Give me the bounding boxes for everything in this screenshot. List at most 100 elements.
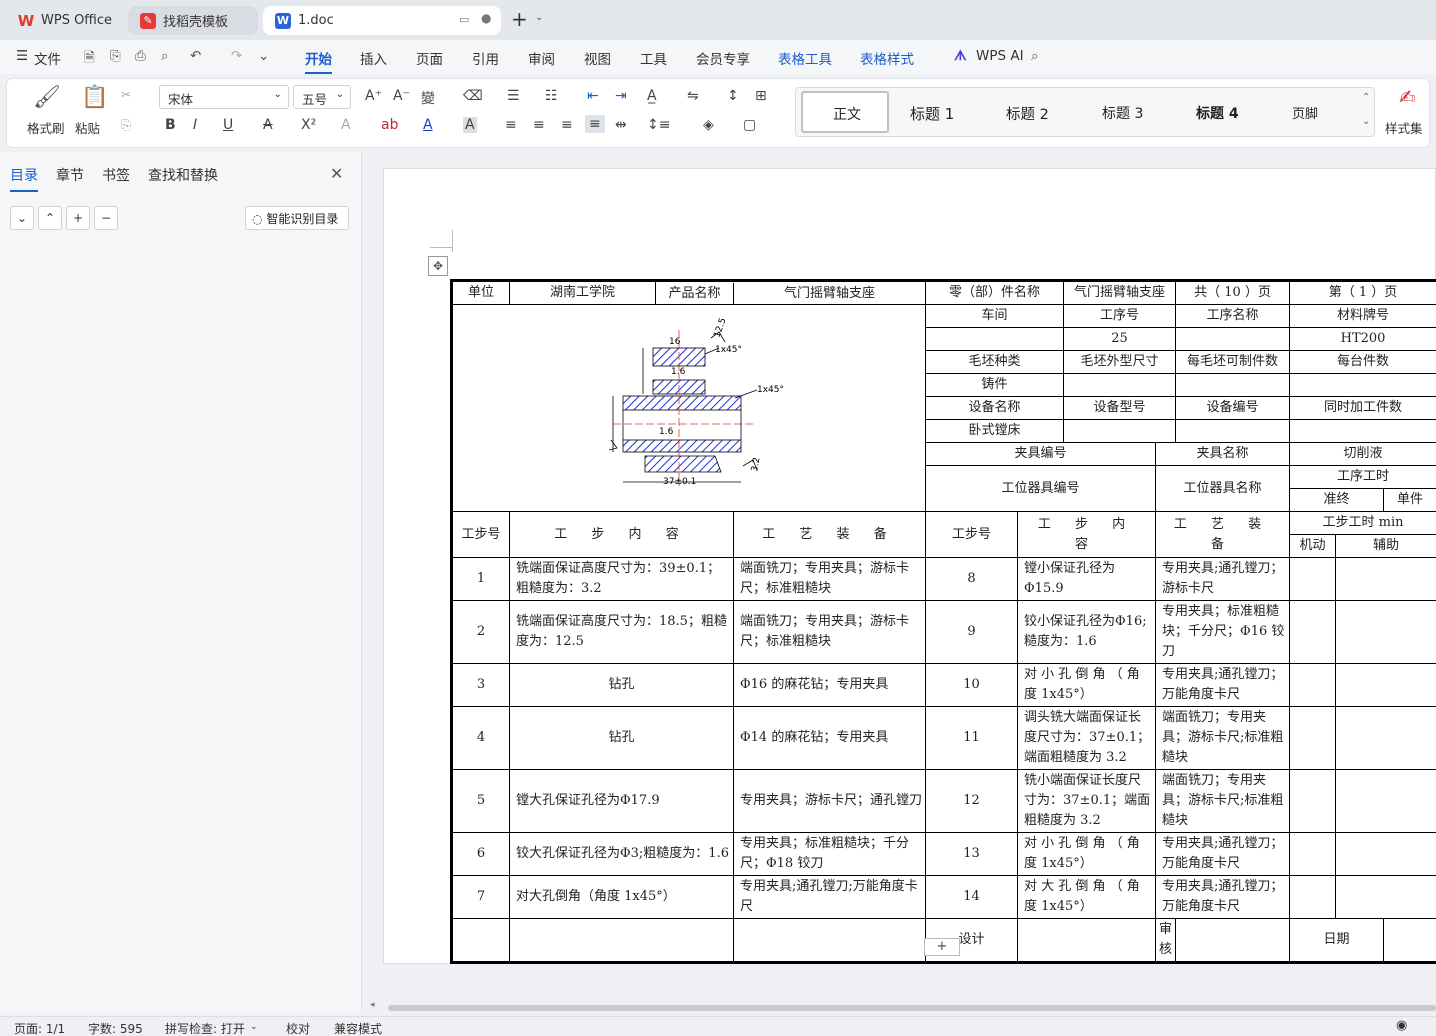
cell[interactable]: [1335, 557, 1436, 601]
cell[interactable]: 端面铣刀；专用夹具；游标卡尺;标准粗糙块: [1155, 706, 1291, 770]
bold-icon[interactable]: B: [165, 117, 176, 133]
cell[interactable]: 铰大孔保证孔径为Φ3;粗糙度为：1.6: [509, 832, 734, 876]
cell[interactable]: 每台件数: [1289, 350, 1436, 374]
align-right-icon[interactable]: ≡: [561, 117, 573, 133]
collapse-button[interactable]: ⌄: [10, 206, 34, 230]
font-family-select[interactable]: 宋体 ⌄: [159, 85, 289, 109]
tab-bookmark[interactable]: 书签: [102, 165, 130, 185]
chinese-layout-icon[interactable]: A̲: [647, 88, 657, 104]
align-left-icon[interactable]: ≡: [505, 117, 517, 133]
justify-icon[interactable]: ≡: [585, 115, 605, 133]
cell[interactable]: 零（部）件名称: [925, 280, 1065, 305]
cut-icon[interactable]: ✂: [121, 87, 131, 102]
cell[interactable]: 铣端面保证高度尺寸为：39±0.1；粗糙度为：3.2: [509, 557, 734, 601]
style-set-icon[interactable]: ✍: [1399, 85, 1416, 109]
cell[interactable]: 设备名称: [925, 396, 1065, 420]
proofread[interactable]: 校对: [286, 1020, 310, 1036]
cell[interactable]: 专用夹具;通孔镗刀；万能角度卡尺: [1155, 875, 1291, 919]
cell[interactable]: [1175, 918, 1291, 963]
cell[interactable]: [732, 918, 927, 963]
eye-icon[interactable]: ◉: [1396, 1018, 1407, 1033]
cell[interactable]: [1335, 600, 1436, 664]
cell[interactable]: 毛坯种类: [925, 350, 1065, 374]
cell[interactable]: 7: [451, 875, 510, 919]
style-footer[interactable]: 页脚: [1292, 103, 1318, 122]
cell[interactable]: 6: [451, 832, 510, 876]
cell[interactable]: [1175, 373, 1291, 397]
border-icon[interactable]: ▢: [743, 117, 756, 133]
cell[interactable]: [1335, 663, 1436, 707]
page-indicator[interactable]: 页面: 1/1: [14, 1020, 65, 1036]
cell[interactable]: [1383, 918, 1436, 963]
cell[interactable]: 10: [925, 663, 1019, 707]
cell[interactable]: 湖南工学院: [509, 280, 656, 305]
cell[interactable]: 夹具名称: [1155, 442, 1291, 466]
cell[interactable]: 准终: [1289, 488, 1385, 512]
cell[interactable]: 产品名称 气门摇臂轴支座: [654, 280, 927, 305]
file-menu[interactable]: 文件: [34, 48, 61, 68]
cell[interactable]: 单位: [451, 280, 510, 305]
cell[interactable]: Φ16 的麻花钻；专用夹具: [732, 663, 927, 707]
cell[interactable]: 11: [925, 706, 1019, 770]
cell[interactable]: 镗小保证孔径为Φ15.9: [1017, 557, 1157, 601]
increase-indent-icon[interactable]: ⇥: [615, 88, 627, 104]
cell[interactable]: 工位器具名称: [1155, 465, 1291, 512]
cell[interactable]: 端面铣刀；专用夹具；游标卡尺；标准粗糙块: [732, 600, 927, 664]
cell[interactable]: 钻孔: [509, 706, 734, 770]
bullet-list-icon[interactable]: ☰: [507, 88, 520, 104]
hamburger-icon[interactable]: ☰: [16, 48, 28, 64]
shrink-font-icon[interactable]: A⁻: [393, 88, 410, 104]
cell[interactable]: 1: [451, 557, 510, 601]
spell-check[interactable]: 拼写检查: 打开: [165, 1020, 245, 1036]
cell[interactable]: 专用夹具;通孔镗刀;万能角度卡尺: [732, 875, 927, 919]
chevron-down-icon[interactable]: ⌄: [250, 1022, 258, 1032]
cell[interactable]: [1335, 706, 1436, 770]
cell[interactable]: 同时加工件数: [1289, 396, 1436, 420]
cell[interactable]: [925, 327, 1065, 351]
decrease-indent-icon[interactable]: ⇤: [587, 88, 599, 104]
char-shading-icon[interactable]: A: [463, 117, 477, 133]
distributed-icon[interactable]: ⇹: [615, 117, 627, 133]
cell[interactable]: 端面铣刀；专用夹具；游标卡尺；标准粗糙块: [732, 557, 927, 601]
cell[interactable]: 3: [451, 663, 510, 707]
smart-toc-button[interactable]: ◌ 智能识别目录: [245, 206, 349, 230]
header-equip[interactable]: 工 艺 装 备: [732, 511, 927, 558]
style-normal[interactable]: 正文: [801, 91, 889, 133]
underline-icon[interactable]: U: [223, 117, 233, 133]
word-count[interactable]: 字数: 595: [88, 1020, 143, 1036]
new-tab-icon[interactable]: +: [511, 9, 528, 29]
cell[interactable]: [1289, 706, 1337, 770]
cell[interactable]: [1063, 419, 1177, 443]
style-heading-4[interactable]: 标题 4: [1196, 103, 1239, 123]
align-center-icon[interactable]: ≡: [533, 117, 545, 133]
cell[interactable]: 设备编号: [1175, 396, 1291, 420]
cell[interactable]: 第（ 1 ）页: [1289, 280, 1436, 305]
sort-icon[interactable]: ↕: [727, 88, 739, 104]
cell[interactable]: 专用夹具;通孔镗刀；万能角度卡尺: [1155, 663, 1291, 707]
cell[interactable]: 工位器具编号: [925, 465, 1157, 512]
menu-table-tools[interactable]: 表格工具: [778, 48, 832, 68]
text-direction-icon[interactable]: ⇋: [687, 88, 699, 104]
tab-docer[interactable]: ✎ 找稻壳模板: [128, 6, 258, 35]
numbered-list-icon[interactable]: ☷: [545, 88, 558, 104]
cell[interactable]: 5: [451, 769, 510, 833]
style-heading-2[interactable]: 标题 2: [1006, 103, 1049, 124]
cell[interactable]: 切削液: [1289, 442, 1436, 466]
cell[interactable]: 工序工时: [1289, 465, 1436, 489]
cell[interactable]: 铸件: [925, 373, 1065, 397]
chevron-down-icon[interactable]: ⌄: [535, 12, 543, 23]
menu-view[interactable]: 视图: [584, 48, 611, 68]
italic-icon[interactable]: I: [193, 117, 197, 133]
header-machine[interactable]: 机动: [1289, 534, 1337, 558]
print-icon[interactable]: ⎙: [135, 48, 146, 64]
line-spacing-icon[interactable]: ↕≡: [647, 117, 670, 133]
cell[interactable]: 专用夹具；标准粗糙块；千分尺；Φ16 铰刀: [1155, 600, 1291, 664]
paste-icon[interactable]: 📋: [81, 85, 108, 110]
cell[interactable]: 镗大孔保证孔径为Φ17.9: [509, 769, 734, 833]
dot-icon[interactable]: ●: [481, 11, 491, 25]
font-color-icon[interactable]: A: [423, 117, 433, 133]
cell[interactable]: 每毛坯可制件数: [1175, 350, 1291, 374]
cell[interactable]: 审核: [1155, 918, 1177, 963]
more-icon[interactable]: ⌄: [258, 48, 269, 64]
wps-ai-icon[interactable]: ᗑ: [954, 48, 967, 64]
